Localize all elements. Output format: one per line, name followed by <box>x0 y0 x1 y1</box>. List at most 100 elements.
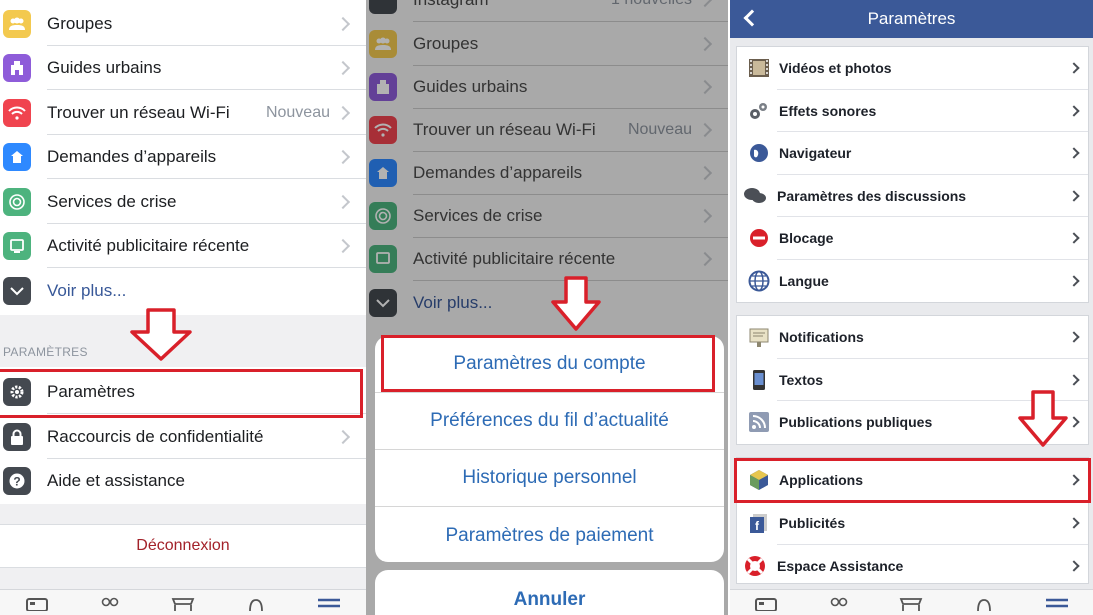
logout-label: Déconnexion <box>136 537 230 554</box>
sheet-item-payment-settings[interactable]: Paramètres de paiement <box>375 507 724 562</box>
panel-middle-action-sheet: Instagram 1 nouvelles Groupes Guides urb… <box>366 0 728 615</box>
settings-group-general: Vidéos et photos Effets sonores Navigate… <box>736 46 1089 303</box>
menu-item-label: Raccourcis de confidentialité <box>47 427 264 446</box>
menu-item-label: Activité publicitaire récente <box>47 236 250 255</box>
settings-item-label: Navigateur <box>779 145 852 162</box>
back-arrow-icon[interactable] <box>743 9 761 27</box>
settings-item-label: Espace Assistance <box>777 557 904 574</box>
chevron-right-icon <box>335 429 351 445</box>
menu-item-label: Groupes <box>47 14 113 33</box>
settings-item-language[interactable]: Langue <box>737 260 1088 303</box>
settings-item-blocking[interactable]: Blocage <box>737 217 1088 260</box>
menu-tab-icon[interactable] <box>1044 595 1070 613</box>
news-feed-tab-icon[interactable] <box>24 595 50 613</box>
settings-item-ads[interactable]: f Publicités <box>737 502 1088 545</box>
settings-item-label: Langue <box>779 272 829 289</box>
menu-tab-icon[interactable] <box>316 595 342 613</box>
gears-sound-icon <box>747 99 771 123</box>
menu-item-device-requests[interactable]: Demandes d’appareils <box>0 135 366 179</box>
settings-item-label: Publicités <box>779 515 846 532</box>
marketplace-tab-icon[interactable] <box>170 595 196 613</box>
lifebuoy-icon <box>743 554 767 578</box>
settings-item-browser[interactable]: Navigateur <box>737 132 1088 175</box>
rss-icon <box>747 410 771 434</box>
ads-icon: f <box>747 511 771 535</box>
menu-item-help[interactable]: ? Aide et assistance <box>0 459 366 503</box>
bottom-tab-bar <box>730 589 1093 615</box>
menu-item-privacy-shortcuts[interactable]: Raccourcis de confidentialité <box>0 415 366 459</box>
settings-item-label: Vidéos et photos <box>779 60 892 77</box>
chevron-right-icon <box>335 16 351 32</box>
groups-icon <box>3 10 31 38</box>
notifications-tab-icon[interactable] <box>243 595 269 613</box>
friends-tab-icon[interactable] <box>97 595 123 613</box>
chevron-right-icon <box>335 149 351 165</box>
menu-item-city-guides[interactable]: Guides urbains <box>0 46 366 90</box>
panel-right-settings: Paramètres Vidéos et photos Effets sonor… <box>728 0 1093 615</box>
marketplace-tab-icon[interactable] <box>898 595 924 613</box>
highlight-box-settings <box>0 369 363 418</box>
chat-bubbles-icon <box>743 184 767 208</box>
page-title: Paramètres <box>867 9 956 28</box>
friends-tab-icon[interactable] <box>826 595 852 613</box>
settings-item-notifications[interactable]: Notifications <box>737 316 1088 359</box>
ad-activity-icon <box>3 232 31 260</box>
menu-item-find-wifi[interactable]: Trouver un réseau Wi-Fi Nouveau <box>0 91 366 135</box>
notifications-tab-icon[interactable] <box>971 595 997 613</box>
settings-item-label: Effets sonores <box>779 102 877 119</box>
menu-item-see-more[interactable]: Voir plus... <box>0 269 366 313</box>
block-icon <box>747 226 771 250</box>
settings-item-support-inbox[interactable]: Espace Assistance <box>737 545 1088 584</box>
film-icon <box>747 56 771 80</box>
logout-button[interactable]: Déconnexion <box>0 524 366 568</box>
sheet-item-news-feed-preferences[interactable]: Préférences du fil d’actualité <box>375 393 724 450</box>
menu-item-groups[interactable]: Groupes <box>0 2 366 46</box>
cancel-button[interactable]: Annuler <box>375 570 724 615</box>
down-arrow-annotation-icon <box>551 276 601 331</box>
chevron-right-icon <box>335 105 351 121</box>
chevron-right-icon <box>335 238 351 254</box>
language-globe-icon <box>747 269 771 293</box>
section-header-settings: PARAMÈTRES <box>3 345 88 359</box>
chevron-right-icon <box>335 60 351 76</box>
menu-item-label: Services de crise <box>47 192 177 211</box>
wifi-icon <box>3 99 31 127</box>
new-badge: Nouveau <box>265 104 330 121</box>
menu-item-crisis-response[interactable]: Services de crise <box>0 180 366 224</box>
bottom-tab-bar <box>0 589 366 615</box>
sheet-item-activity-log[interactable]: Historique personnel <box>375 450 724 507</box>
settings-item-label: Paramètres des discussions <box>777 187 967 204</box>
lock-icon <box>3 423 31 451</box>
globe-browser-icon <box>747 141 771 165</box>
settings-item-chat-settings[interactable]: Paramètres des discussions <box>737 175 1088 217</box>
crisis-response-icon <box>3 188 31 216</box>
menu-item-label: Trouver un réseau Wi-Fi <box>47 103 230 122</box>
see-more-icon <box>3 277 31 305</box>
settings-item-sound-effects[interactable]: Effets sonores <box>737 90 1088 132</box>
notifications-icon <box>747 325 771 349</box>
down-arrow-annotation-icon <box>1018 390 1068 447</box>
settings-item-label: Textos <box>779 371 824 388</box>
phone-text-icon <box>747 368 771 392</box>
device-requests-icon <box>3 143 31 171</box>
menu-item-ad-activity[interactable]: Activité publicitaire récente <box>0 224 366 268</box>
menu-item-label: Aide et assistance <box>47 471 185 490</box>
panel-left-menu: Groupes Guides urbains Trouver un réseau… <box>0 0 366 615</box>
menu-item-label: Guides urbains <box>47 58 162 77</box>
svg-text:?: ? <box>13 475 20 489</box>
settings-item-label: Notifications <box>779 329 864 346</box>
city-guides-icon <box>3 54 31 82</box>
settings-item-videos-photos[interactable]: Vidéos et photos <box>737 47 1088 90</box>
menu-item-label: Demandes d’appareils <box>47 147 217 166</box>
settings-item-label: Blocage <box>779 230 834 247</box>
settings-header: Paramètres <box>730 0 1093 38</box>
highlight-box-applications <box>734 458 1091 503</box>
see-more-link: Voir plus... <box>47 281 127 300</box>
cancel-label: Annuler <box>513 589 586 610</box>
settings-item-label: Publications publiques <box>779 414 933 431</box>
news-feed-tab-icon[interactable] <box>753 595 779 613</box>
chevron-right-icon <box>335 194 351 210</box>
down-arrow-annotation-icon <box>130 308 192 361</box>
help-icon: ? <box>3 467 31 495</box>
highlight-box-account-settings <box>381 335 715 392</box>
